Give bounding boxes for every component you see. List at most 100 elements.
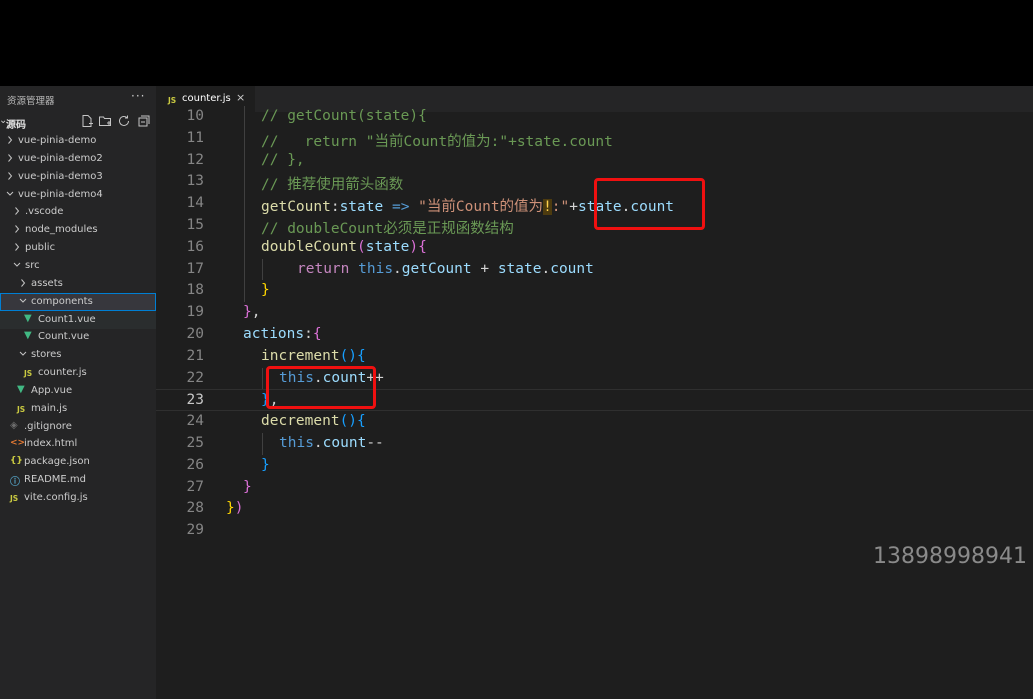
- js-file-icon: JS: [17, 404, 26, 414]
- tree-item-index-html[interactable]: <> index.html: [0, 435, 156, 453]
- line-number: 24: [186, 413, 204, 430]
- tree-item-label: node_modules: [25, 224, 98, 236]
- code-line[interactable]: 25 this.count--: [156, 433, 1033, 455]
- tree-item-label: stores: [31, 349, 62, 361]
- tree-item-app-vue[interactable]: ▼ App.vue: [0, 382, 156, 400]
- code-token: // doubleCount必须是正规函数结构: [261, 221, 514, 237]
- indent-guide: [262, 433, 263, 455]
- code-line[interactable]: 21 increment(){: [156, 346, 1033, 368]
- new-file-icon[interactable]: [80, 114, 94, 128]
- tree-item-main-js[interactable]: JS main.js: [0, 400, 156, 418]
- indent-guide: [262, 367, 263, 390]
- vue-file-icon: ▼: [24, 330, 32, 342]
- code-token: getCount: [261, 199, 331, 216]
- code-line[interactable]: 10 // getCount(state){: [156, 106, 1033, 128]
- indent-guide: [244, 106, 245, 303]
- chevron-down-icon: [19, 351, 27, 356]
- code-line[interactable]: 27}: [156, 477, 1033, 499]
- more-actions-icon[interactable]: ···: [131, 89, 145, 103]
- code-line[interactable]: 17 return this.getCount + state.count: [156, 259, 1033, 281]
- code-line[interactable]: 19},: [156, 302, 1033, 324]
- workspace-section-title: 源码: [6, 120, 26, 131]
- tree-item-vue-pinia-demo2[interactable]: vue-pinia-demo2: [0, 150, 156, 168]
- tree-item-public[interactable]: public: [0, 239, 156, 257]
- tree-item-readme-md[interactable]: ⓘ README.md: [0, 471, 156, 489]
- collapse-all-icon[interactable]: [137, 114, 151, 128]
- tree-item-label: index.html: [24, 438, 78, 450]
- tree-item-label: Count1.vue: [38, 313, 96, 325]
- code-text: // doubleCount必须是正规函数结构: [261, 217, 514, 238]
- code-line[interactable]: 24 decrement(){: [156, 411, 1033, 433]
- code-token: state: [339, 199, 384, 216]
- code-token: .: [393, 260, 402, 277]
- line-number: 16: [186, 238, 204, 255]
- line-number: 11: [186, 129, 204, 146]
- code-line[interactable]: 16 doubleCount(state){: [156, 237, 1033, 259]
- code-line[interactable]: 18}: [156, 280, 1033, 302]
- js-file-icon: JS: [24, 369, 33, 379]
- highlight-box-state-count: [594, 178, 705, 230]
- code-token: // getCount(state){: [261, 108, 427, 124]
- code-line[interactable]: 29: [156, 520, 1033, 542]
- close-icon[interactable]: ×: [236, 91, 245, 104]
- refresh-icon[interactable]: [117, 114, 131, 128]
- new-folder-icon[interactable]: [98, 114, 112, 128]
- tree-item-vue-pinia-demo3[interactable]: vue-pinia-demo3: [0, 168, 156, 186]
- tree-item-src[interactable]: src: [0, 257, 156, 275]
- code-token: ,: [251, 304, 261, 321]
- code-token: }: [261, 456, 270, 473]
- code-text: // getCount(state){: [261, 108, 427, 124]
- code-token: +: [471, 260, 498, 277]
- tree-item-label: public: [25, 242, 56, 254]
- line-number: 27: [186, 478, 204, 495]
- chevron-right-icon: [21, 278, 26, 287]
- tree-item-vite-config-js[interactable]: JS vite.config.js: [0, 489, 156, 507]
- watermark-number: 13898998941: [873, 544, 1027, 569]
- code-text: // return "当前Count的值为:"+state.count: [261, 130, 613, 151]
- line-number: 15: [186, 217, 204, 233]
- chevron-right-icon: [15, 243, 20, 251]
- tree-item-package-json[interactable]: {} package.json: [0, 453, 156, 471]
- line-number: 28: [186, 500, 204, 517]
- tree-item-label: src: [25, 259, 40, 271]
- code-token: ): [409, 238, 419, 255]
- tree-item-stores[interactable]: stores: [0, 346, 156, 364]
- code-line[interactable]: 11 // return "当前Count的值为:"+state.count: [156, 128, 1033, 150]
- tree-item-vscode[interactable]: .vscode: [0, 203, 156, 221]
- line-number: 22: [186, 369, 204, 386]
- code-token: }: [261, 282, 270, 299]
- code-token: increment: [261, 347, 340, 364]
- code-token: :": [551, 199, 570, 216]
- tree-item-gitignore[interactable]: ◈ .gitignore: [0, 418, 156, 436]
- code-line[interactable]: 12 // },: [156, 150, 1033, 172]
- tree-item-label: .gitignore: [24, 420, 72, 432]
- chevron-right-icon: [8, 154, 13, 162]
- workspace-section-header[interactable]: ⌄ 源码: [0, 114, 156, 131]
- tree-item-node-modules[interactable]: node_modules: [0, 221, 156, 239]
- code-token: this: [279, 435, 314, 451]
- code-text: }: [261, 457, 270, 473]
- code-line[interactable]: 28}): [156, 498, 1033, 520]
- tree-item-counter-js[interactable]: JS counter.js: [0, 364, 156, 382]
- tree-item-assets[interactable]: assets: [0, 275, 156, 293]
- chevron-right-icon: [8, 171, 13, 180]
- code-token: (): [339, 347, 358, 364]
- code-text: actions:{: [243, 326, 322, 342]
- tree-item-vue-pinia-demo[interactable]: vue-pinia-demo: [0, 132, 156, 150]
- tree-item-vue-pinia-demo4[interactable]: vue-pinia-demo4: [0, 186, 156, 204]
- tree-item-label: Count.vue: [38, 331, 90, 343]
- tree-item-count-vue[interactable]: ▼ Count.vue: [0, 328, 156, 346]
- code-token: --: [366, 435, 384, 451]
- js-file-icon: JS: [168, 96, 177, 105]
- line-number: 26: [186, 456, 204, 473]
- tree-item-components[interactable]: components: [0, 292, 156, 311]
- code-token: decrement: [261, 413, 340, 430]
- tree-item-label: vue-pinia-demo: [18, 135, 97, 146]
- code-line[interactable]: 26}: [156, 455, 1033, 477]
- code-token: // return "当前Count的值为:"+state.count: [261, 133, 613, 150]
- code-line[interactable]: 20 actions:{: [156, 324, 1033, 346]
- tree-item-count1-vue[interactable]: ▼ Count1.vue: [0, 310, 156, 329]
- tree-item-label: vite.config.js: [24, 492, 88, 503]
